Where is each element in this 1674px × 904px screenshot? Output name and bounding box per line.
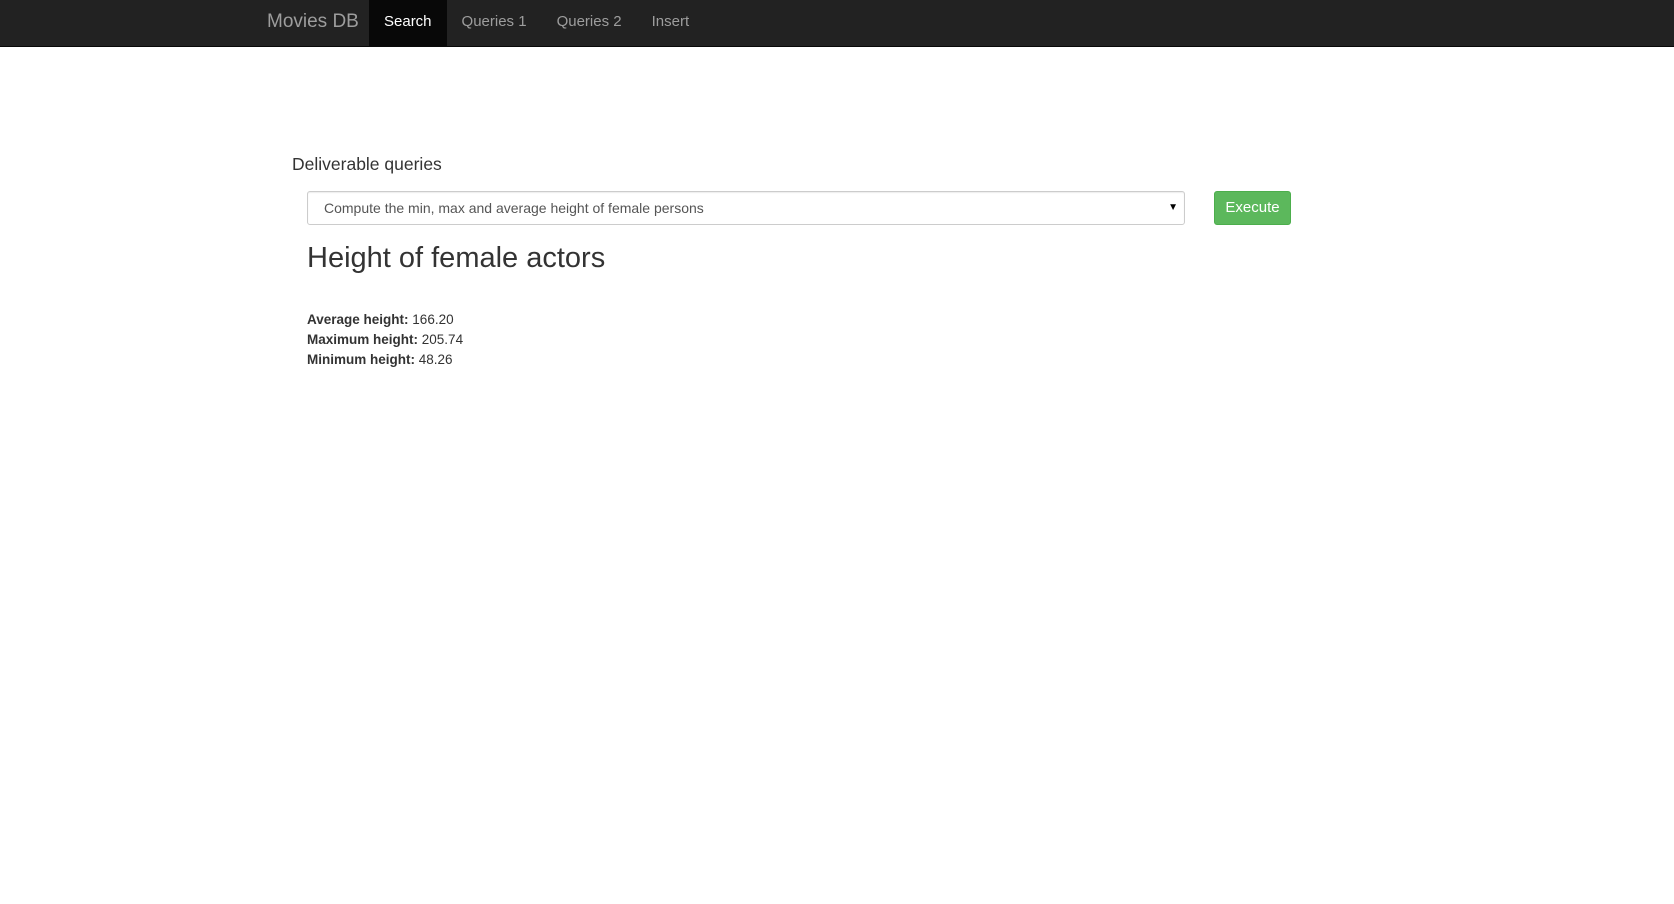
stat-maximum-height: Maximum height: 205.74 [307, 330, 463, 350]
stat-value: 48.26 [418, 352, 453, 367]
caret-down-icon: ▼ [1168, 202, 1178, 213]
section-label: Deliverable queries [292, 154, 442, 174]
stat-value: 205.74 [421, 332, 464, 347]
execute-button[interactable]: Execute [1214, 191, 1291, 225]
stat-label: Minimum height: [307, 352, 415, 367]
brand-link[interactable]: Movies DB [267, 0, 359, 46]
result-title: Height of female actors [307, 242, 606, 274]
stat-value: 166.20 [412, 312, 454, 327]
result-stats: Average height: 166.20 Maximum height: 2… [307, 310, 463, 370]
main-nav: Search Queries 1 Queries 2 Insert [369, 0, 704, 46]
top-navbar: Movies DB Search Queries 1 Queries 2 Ins… [0, 0, 1674, 47]
stat-label: Maximum height: [307, 332, 419, 347]
query-select[interactable]: Compute the min, max and average height … [307, 191, 1185, 225]
nav-item-queries-1[interactable]: Queries 1 [447, 0, 542, 46]
nav-item-search[interactable]: Search [369, 0, 447, 46]
nav-item-insert[interactable]: Insert [637, 0, 705, 46]
nav-item-queries-2[interactable]: Queries 2 [542, 0, 637, 46]
stat-label: Average height: [307, 312, 409, 327]
stat-average-height: Average height: 166.20 [307, 310, 463, 330]
stat-minimum-height: Minimum height: 48.26 [307, 350, 463, 370]
query-select-value: Compute the min, max and average height … [324, 200, 704, 216]
